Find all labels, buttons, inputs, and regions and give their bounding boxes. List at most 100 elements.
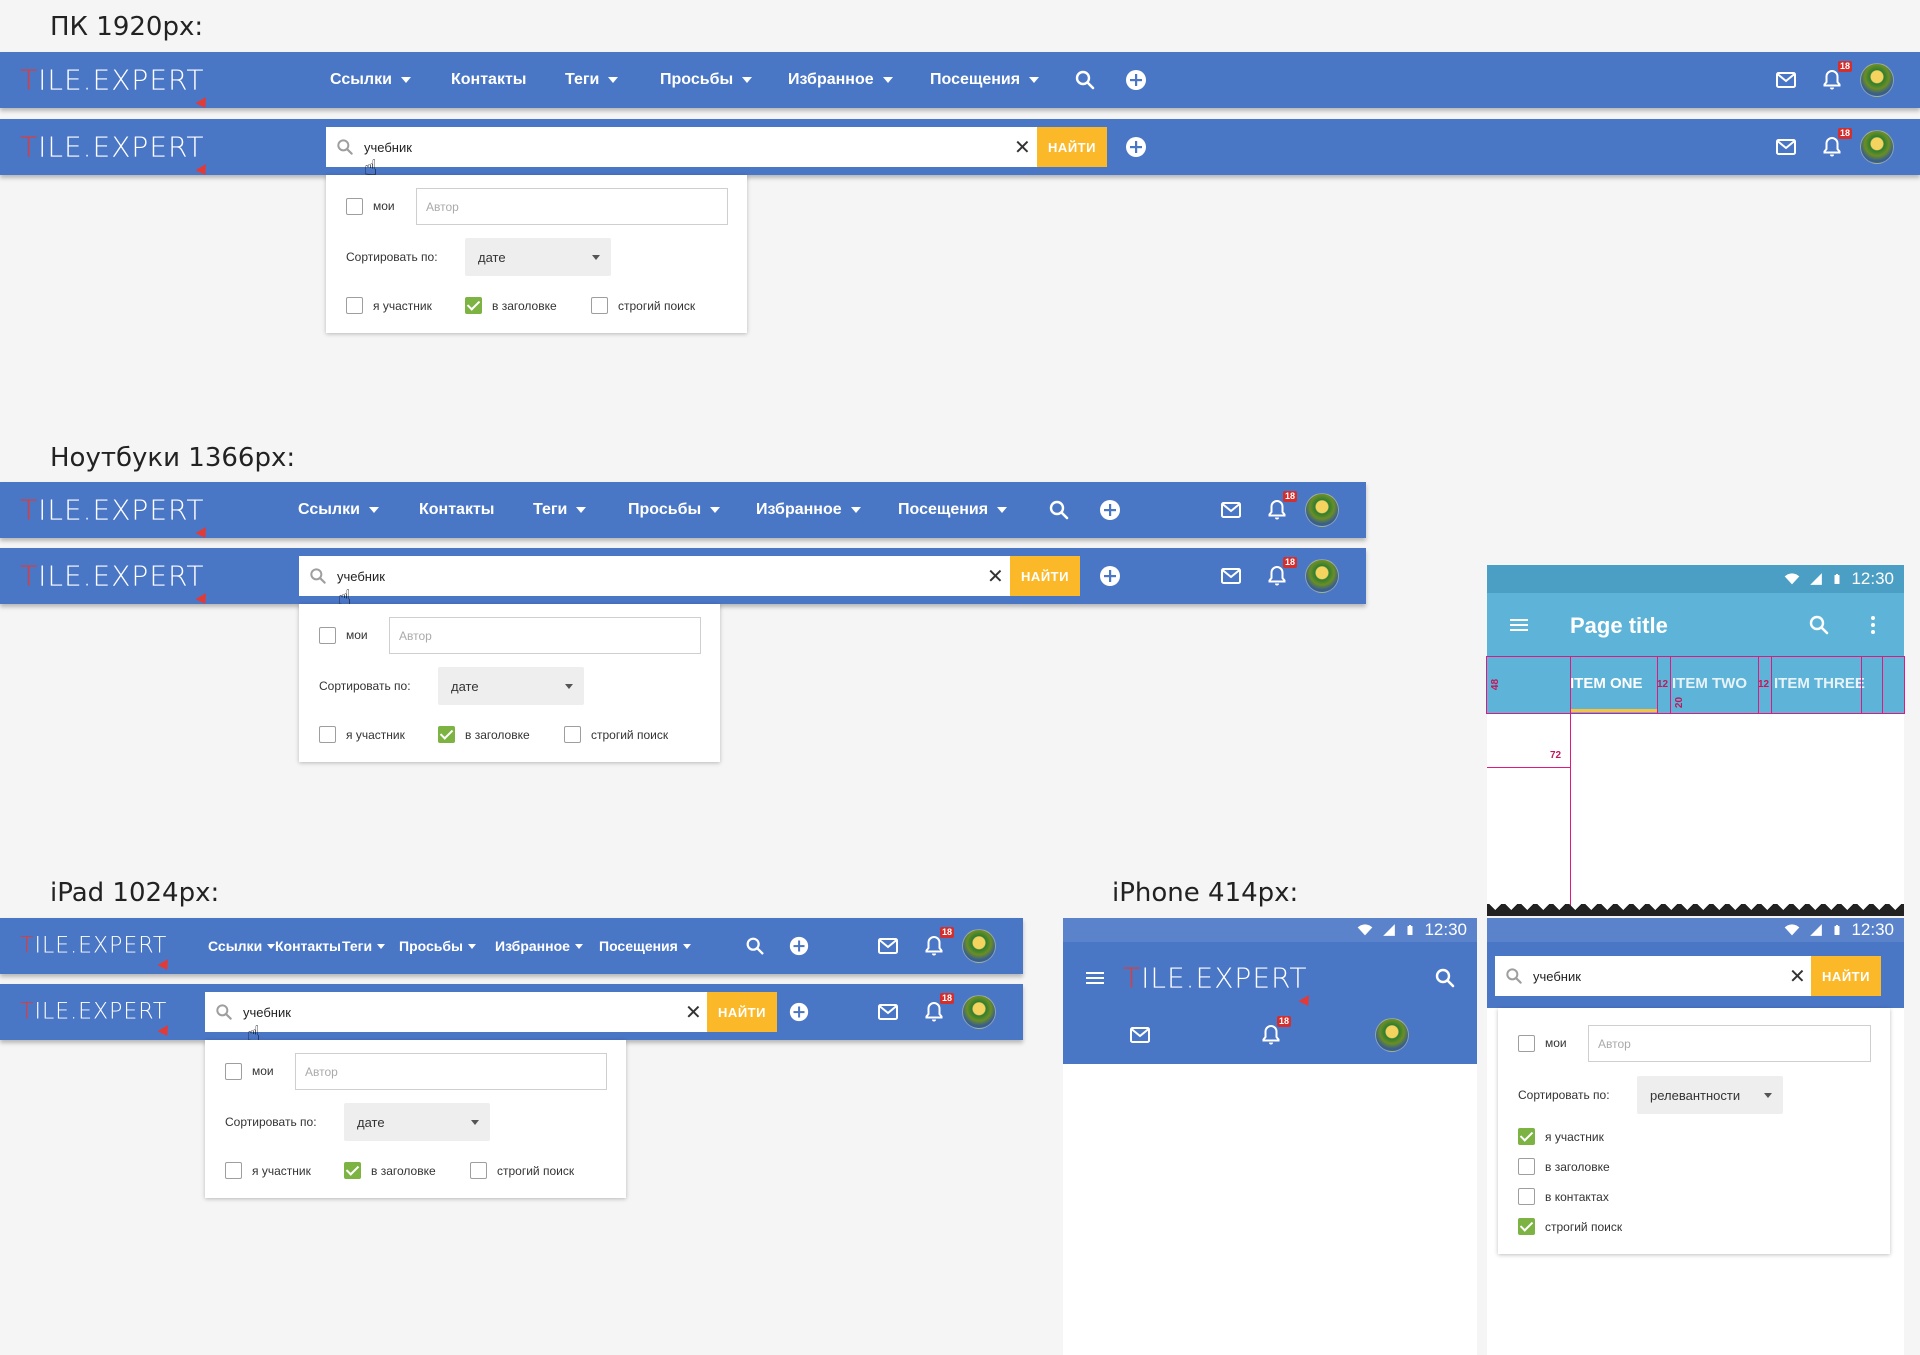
mail-button[interactable] — [1774, 68, 1798, 92]
user-menu[interactable] — [1305, 559, 1339, 593]
user-menu[interactable] — [962, 995, 996, 1029]
search-button[interactable] — [744, 935, 766, 957]
nav-requests[interactable]: Просьбы — [660, 71, 788, 89]
nav-tags[interactable]: Теги — [342, 938, 399, 954]
user-menu[interactable] — [1305, 493, 1339, 527]
author-field[interactable]: Автор — [1588, 1025, 1871, 1062]
search-input[interactable] — [337, 556, 987, 596]
mine-checkbox[interactable] — [1518, 1035, 1535, 1052]
sort-select[interactable]: дате — [438, 667, 584, 705]
notifications-button[interactable]: 18 — [1820, 61, 1852, 92]
menu-icon[interactable] — [1507, 613, 1531, 637]
add-button[interactable] — [1098, 564, 1122, 588]
mail-button[interactable] — [1128, 1023, 1152, 1047]
find-button[interactable]: НАЙТИ — [1010, 556, 1080, 596]
logo[interactable]: TILE.EXPERT — [20, 64, 210, 111]
nav-contacts[interactable]: Контакты — [451, 71, 565, 89]
add-button[interactable] — [788, 1001, 810, 1023]
nav-tags[interactable]: Теги — [565, 71, 660, 89]
menu-button[interactable] — [1083, 966, 1107, 990]
nav-tags[interactable]: Теги — [533, 501, 628, 519]
user-menu[interactable] — [1375, 1018, 1409, 1052]
mine-checkbox[interactable] — [319, 627, 336, 644]
nav-links[interactable]: Ссылки — [298, 501, 419, 519]
in-contacts-checkbox[interactable] — [1518, 1188, 1535, 1205]
notifications-button[interactable]: 18 — [922, 927, 954, 958]
mine-checkbox[interactable] — [346, 198, 363, 215]
nav-visits[interactable]: Посещения — [898, 501, 1048, 519]
logo[interactable]: TILE.EXPERT — [20, 560, 210, 607]
in-title-checkbox[interactable] — [465, 297, 482, 314]
add-button[interactable] — [1098, 498, 1122, 522]
sort-select[interactable]: дате — [465, 238, 611, 276]
in-title-checkbox[interactable] — [1518, 1158, 1535, 1175]
add-button[interactable] — [788, 935, 810, 957]
participant-checkbox[interactable] — [319, 726, 336, 743]
more-vert-icon[interactable] — [1861, 613, 1885, 637]
tab-item-one[interactable]: ITEM ONE — [1570, 675, 1643, 692]
notifications-button[interactable]: 18 — [1265, 557, 1297, 588]
nav-requests[interactable]: Просьбы — [399, 938, 495, 954]
find-button[interactable]: НАЙТИ — [1037, 127, 1107, 167]
participant-checkbox[interactable] — [1518, 1128, 1535, 1145]
nav-contacts[interactable]: Контакты — [419, 501, 533, 519]
close-icon[interactable]: ✕ — [1789, 964, 1806, 988]
participant-checkbox[interactable] — [346, 297, 363, 314]
search-button[interactable] — [1073, 68, 1097, 92]
nav-favorites[interactable]: Избранное — [495, 938, 599, 954]
notifications-button[interactable]: 18 — [1259, 1016, 1291, 1047]
logo[interactable]: TILE.EXPERT — [1123, 962, 1313, 1009]
add-button[interactable] — [1124, 135, 1148, 159]
close-icon[interactable]: ✕ — [685, 1000, 702, 1024]
strict-checkbox[interactable] — [1518, 1218, 1535, 1235]
notifications-button[interactable]: 18 — [1820, 128, 1852, 159]
logo[interactable]: TILE.EXPERT — [20, 131, 210, 178]
strict-checkbox[interactable] — [591, 297, 608, 314]
participant-checkbox[interactable] — [225, 1162, 242, 1179]
tab-item-two[interactable]: ITEM TWO — [1672, 675, 1747, 692]
search-input[interactable] — [243, 992, 683, 1032]
logo[interactable]: TILE.EXPERT — [20, 1000, 173, 1039]
nav-links[interactable]: Ссылки — [208, 938, 276, 954]
nav-links[interactable]: Ссылки — [330, 71, 451, 89]
mail-button[interactable] — [1219, 498, 1243, 522]
nav-favorites[interactable]: Избранное — [788, 71, 930, 89]
mail-button[interactable] — [1774, 135, 1798, 159]
nav-visits[interactable]: Посещения — [930, 71, 1080, 89]
tab-item-three[interactable]: ITEM THREE — [1774, 675, 1865, 692]
nav-favorites[interactable]: Избранное — [756, 501, 898, 519]
search-input[interactable] — [1533, 956, 1773, 996]
search-button[interactable] — [1433, 966, 1457, 990]
close-icon[interactable]: ✕ — [1014, 135, 1031, 159]
find-button[interactable]: НАЙТИ — [1811, 956, 1881, 996]
notifications-button[interactable]: 18 — [1265, 491, 1297, 522]
user-menu[interactable] — [962, 929, 996, 963]
user-menu[interactable] — [1860, 130, 1894, 164]
add-button[interactable] — [1124, 68, 1148, 92]
notifications-button[interactable]: 18 — [922, 993, 954, 1024]
in-title-checkbox[interactable] — [438, 726, 455, 743]
search-button[interactable] — [1047, 498, 1071, 522]
strict-checkbox[interactable] — [470, 1162, 487, 1179]
mail-button[interactable] — [1219, 564, 1243, 588]
author-field[interactable]: Автор — [416, 188, 728, 225]
user-menu[interactable] — [1860, 63, 1894, 97]
close-icon[interactable]: ✕ — [987, 564, 1004, 588]
logo[interactable]: TILE.EXPERT — [20, 934, 173, 973]
mail-button[interactable] — [876, 1000, 900, 1024]
nav-contacts[interactable]: Контакты — [275, 938, 342, 954]
logo[interactable]: TILE.EXPERT — [20, 494, 210, 541]
nav-requests[interactable]: Просьбы — [628, 501, 756, 519]
search-input[interactable] — [364, 127, 1014, 167]
sort-select[interactable]: релевантности — [1637, 1076, 1783, 1114]
mine-checkbox[interactable] — [225, 1063, 242, 1080]
author-field[interactable]: Автор — [389, 617, 701, 654]
nav-visits[interactable]: Посещения — [599, 938, 699, 954]
sort-select[interactable]: дате — [344, 1103, 490, 1141]
author-field[interactable]: Автор — [295, 1053, 607, 1090]
mail-button[interactable] — [876, 934, 900, 958]
in-title-checkbox[interactable] — [344, 1162, 361, 1179]
find-button[interactable]: НАЙТИ — [707, 992, 777, 1032]
strict-checkbox[interactable] — [564, 726, 581, 743]
search-icon[interactable] — [1807, 613, 1831, 637]
